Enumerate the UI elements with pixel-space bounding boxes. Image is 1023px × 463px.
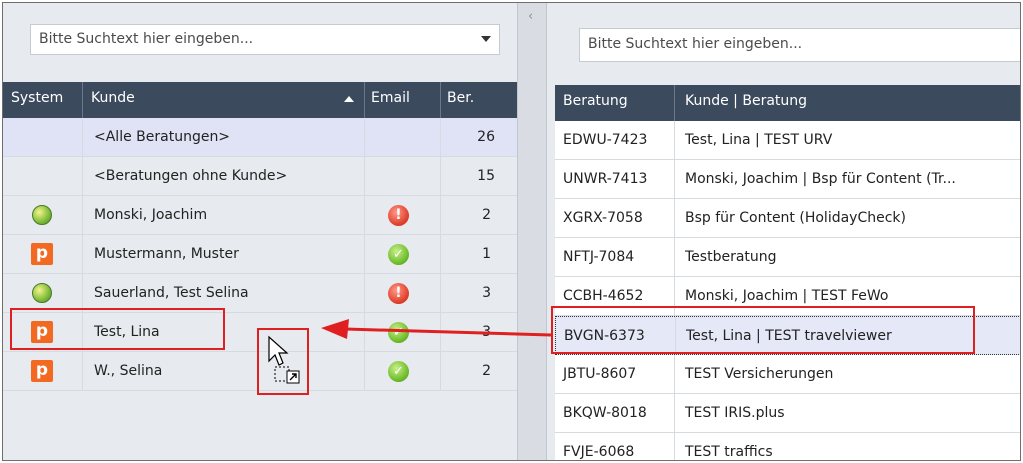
ber-cell: 15 [477,168,495,184]
p-logo-icon: p [31,360,53,382]
table-row[interactable]: XGRX-7058 Bsp für Content (HolidayCheck) [555,199,1020,238]
chevron-down-icon[interactable] [481,36,491,42]
kunde-beratung-cell: TEST traffics [685,444,773,460]
globe-icon [32,205,52,225]
highlight-box-bvgn-6373 [551,306,975,354]
pane-splitter[interactable]: ‹ [517,3,547,460]
beratung-cell: UNWR-7413 [563,171,648,187]
table-row[interactable]: FVJE-6068 TEST traffics [555,433,1020,460]
ber-cell: 3 [482,285,491,301]
column-header-beratung[interactable]: Beratung [555,85,675,121]
column-header-beratung-label: Beratung [563,93,628,109]
error-icon: ! [388,205,409,226]
highlight-box-test-lina [10,308,225,350]
table-row[interactable]: <Alle Beratungen> 26 [3,118,517,157]
app-window: Bitte Suchtext hier eingeben... System K… [2,2,1021,461]
customer-grid-header: System Kunde Email Ber. [3,82,517,118]
table-row[interactable]: Monski, Joachim 2 ! [3,196,517,235]
beratung-cell: CCBH-4652 [563,288,644,304]
consultation-search-placeholder: Bitte Suchtext hier eingeben... [588,36,803,52]
kunde-beratung-cell: Testberatung [685,249,777,265]
ber-cell: 26 [477,129,495,145]
p-logo-icon: p [31,243,53,265]
check-icon: ✓ [388,244,409,265]
kunde-cell: Sauerland, Test Selina [94,285,249,301]
beratung-cell: EDWU-7423 [563,132,648,148]
ber-cell: 1 [482,246,491,262]
column-header-system-label: System [11,90,64,106]
ber-cell: 3 [482,324,491,340]
column-header-kunde[interactable]: Kunde [83,82,365,118]
kunde-beratung-cell: Bsp für Content (HolidayCheck) [685,210,906,226]
column-header-email[interactable]: Email [365,82,441,118]
beratung-cell: JBTU-8607 [563,366,637,382]
table-row[interactable]: EDWU-7423 Test, Lina | TEST URV [555,121,1020,160]
kunde-cell: <Alle Beratungen> [94,129,231,145]
kunde-beratung-cell: TEST Versicherungen [685,366,834,382]
table-row[interactable]: JBTU-8607 TEST Versicherungen [555,355,1020,394]
column-header-kunde-beratung[interactable]: Kunde | Beratung [675,85,1020,121]
table-row[interactable]: p Mustermann, Muster 1 ✓ [3,235,517,274]
table-row[interactable]: <Beratungen ohne Kunde> 15 [3,157,517,196]
beratung-cell: FVJE-6068 [563,444,635,460]
table-row[interactable]: BKQW-8018 TEST IRIS.plus [555,394,1020,433]
check-icon: ✓ [388,361,409,382]
collapse-left-icon[interactable]: ‹ [528,9,533,24]
ber-cell: 2 [482,207,491,223]
column-header-ber-label: Ber. [447,90,475,106]
beratung-cell: BKQW-8018 [563,405,647,421]
customer-search-placeholder: Bitte Suchtext hier eingeben... [39,31,254,47]
consultation-search-input[interactable]: Bitte Suchtext hier eingeben... [579,28,1020,62]
kunde-cell: Mustermann, Muster [94,246,239,262]
table-row[interactable]: NFTJ-7084 Testberatung [555,238,1020,277]
beratung-cell: NFTJ-7084 [563,249,635,265]
column-header-kunde-label: Kunde [91,90,135,106]
drag-copy-cursor-icon [268,335,300,384]
check-icon: ✓ [388,322,409,343]
kunde-beratung-cell: Monski, Joachim | Bsp für Content (Tr... [685,171,956,187]
globe-icon [32,283,52,303]
kunde-beratung-cell: TEST IRIS.plus [685,405,785,421]
kunde-beratung-cell: Test, Lina | TEST URV [685,132,833,148]
kunde-beratung-cell: Monski, Joachim | TEST FeWo [685,288,889,304]
kunde-cell: <Beratungen ohne Kunde> [94,168,288,184]
sort-ascending-icon [344,96,354,102]
kunde-cell: Monski, Joachim [94,207,208,223]
kunde-cell: W., Selina [94,363,163,379]
customer-search-combobox[interactable]: Bitte Suchtext hier eingeben... [30,24,500,55]
ber-cell: 2 [482,363,491,379]
table-row[interactable]: UNWR-7413 Monski, Joachim | Bsp für Cont… [555,160,1020,199]
consultation-pane: Bitte Suchtext hier eingeben... Beratung… [547,3,1020,460]
column-header-system[interactable]: System [3,82,83,118]
column-header-email-label: Email [371,90,410,106]
beratung-cell: XGRX-7058 [563,210,643,226]
column-header-kunde-beratung-label: Kunde | Beratung [685,93,808,109]
error-icon: ! [388,283,409,304]
consultation-grid-header: Beratung Kunde | Beratung [555,85,1020,121]
column-header-ber[interactable]: Ber. [441,82,517,118]
